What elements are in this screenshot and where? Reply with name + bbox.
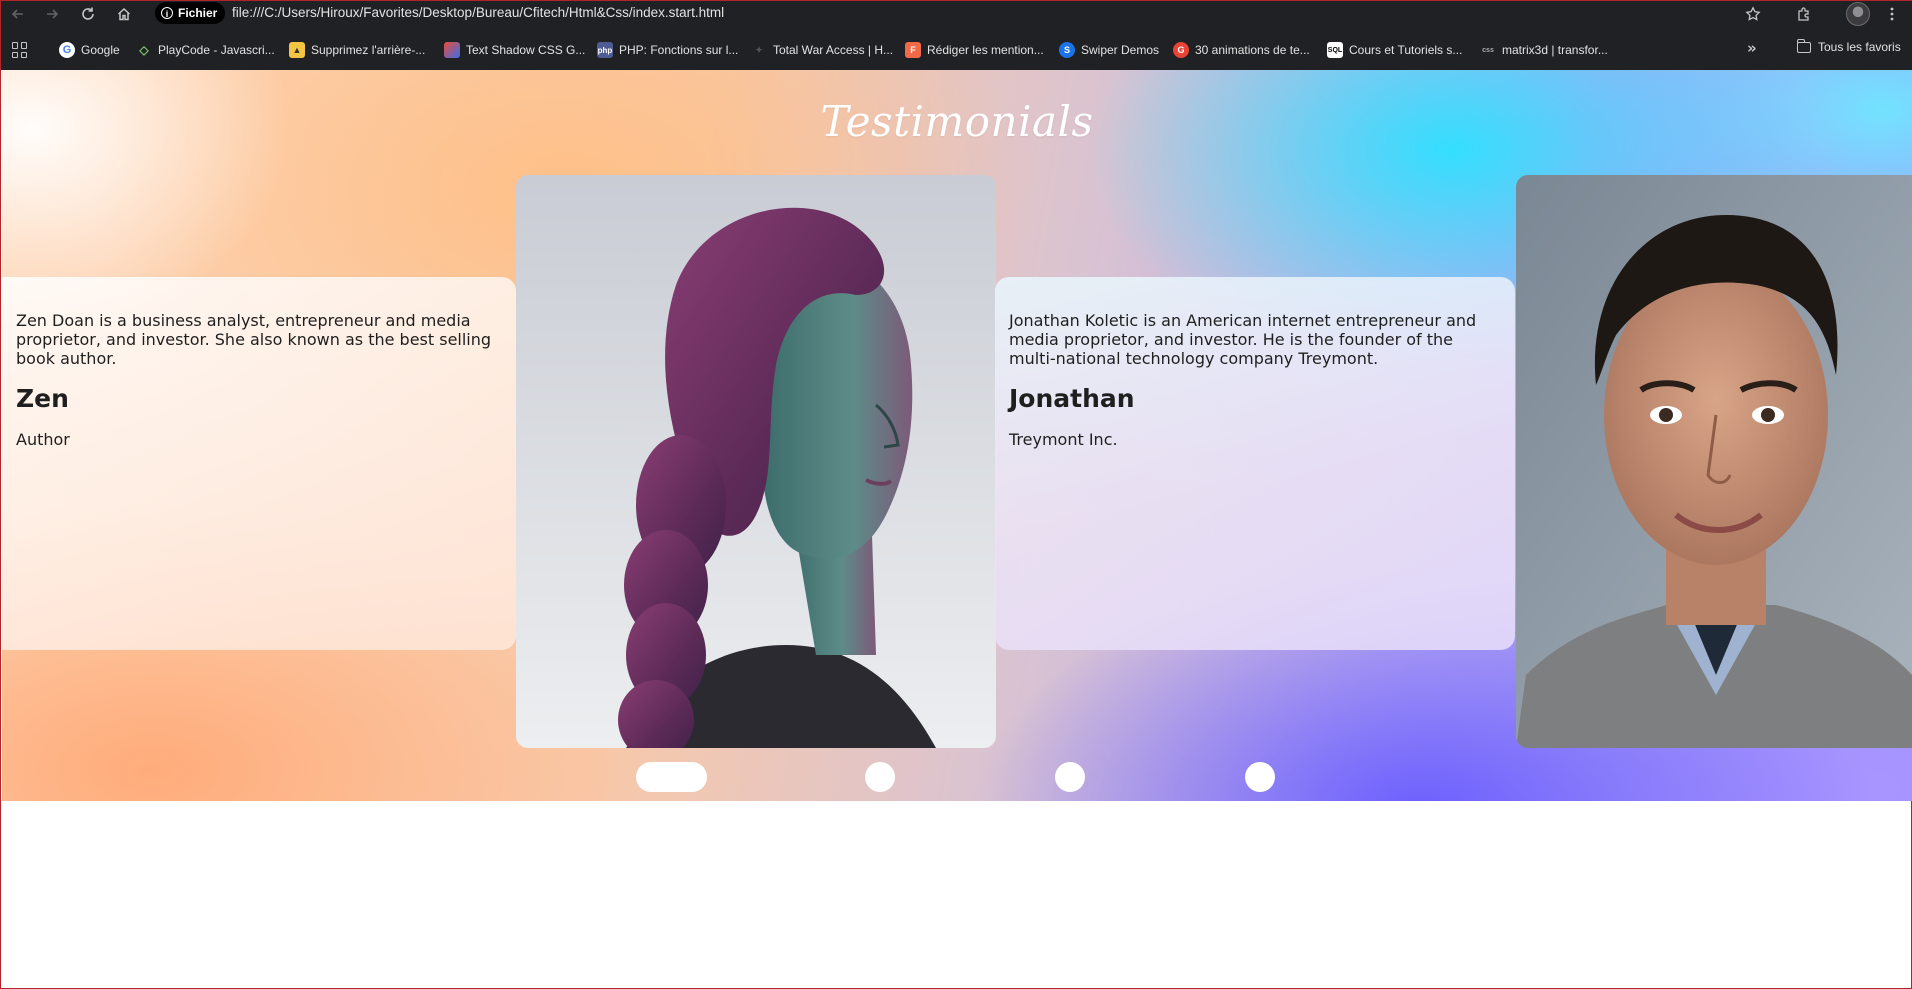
bookmark-label: Supprimez l'arrière-... [311,43,426,57]
all-favorites-button[interactable]: Tous les favoris [1796,38,1901,54]
kebab-menu-icon [1890,7,1894,21]
bookmark-label: Google [81,43,120,57]
browser-toolbar: i Fichier file:///C:/Users/Hiroux/Favori… [1,1,1912,26]
animations-icon: G [1173,42,1189,58]
pagination-dot[interactable] [865,762,895,792]
testimonial-card: Zen Doan is a business analyst, entrepre… [2,277,516,650]
testimonial-name: Jonathan [1009,384,1135,413]
woman-portrait-image [516,175,996,748]
removebg-icon: ▲ [289,42,305,58]
pagination-dot-active[interactable] [636,762,707,792]
testimonial-photo [516,175,996,748]
reload-icon [82,7,94,20]
totalwar-icon: ✦ [755,44,763,55]
bookmark-item[interactable]: css matrix3d | transfor... [1480,40,1608,60]
bookmark-item[interactable]: ◇ PlayCode - Javascri... [136,40,275,60]
bookmarks-bar: G Google ◇ PlayCode - Javascri... ▲ Supp… [1,38,1912,62]
bookmark-item[interactable]: S Swiper Demos [1059,40,1159,60]
bookmark-label: Rédiger les mention... [927,43,1044,57]
arrow-right-icon [47,9,59,19]
more-bookmarks-button[interactable]: » [1747,39,1757,57]
forward-button[interactable] [41,3,63,25]
bookmark-label: Swiper Demos [1081,43,1160,57]
bookmark-item[interactable]: php PHP: Fonctions sur l... [597,40,738,60]
extensions-button[interactable] [1793,3,1815,25]
swiper-icon: S [1059,42,1075,58]
textshadow-icon [444,42,460,58]
bookmark-label: Text Shadow CSS G... [466,43,586,57]
bookmark-item[interactable]: G Google [59,40,120,60]
home-icon [117,7,131,21]
info-icon: i [161,7,173,19]
mentions-icon: F [905,42,921,58]
folder-icon [1796,38,1811,53]
testimonial-role: Treymont Inc. [1009,430,1118,449]
testimonial-name: Zen [16,384,69,413]
bookmark-item[interactable]: G 30 animations de te... [1173,40,1310,60]
sql-icon: SQL [1327,42,1343,58]
testimonial-card: Jonathan Koletic is an American internet… [995,277,1515,650]
all-favorites-label: Tous les favoris [1818,40,1901,54]
address-bar[interactable]: file:///C:/Users/Hiroux/Favorites/Deskto… [232,5,724,20]
bookmark-label: 30 animations de te... [1195,43,1310,57]
man-portrait-image [1516,175,1912,748]
testimonial-quote: Zen Doan is a business analyst, entrepre… [16,311,492,368]
site-info-chip[interactable]: i Fichier [155,2,226,24]
php-icon: php [597,42,613,58]
star-icon [1745,6,1761,21]
bookmark-item[interactable]: ▲ Supprimez l'arrière-... [289,40,425,60]
pagination-dot[interactable] [1245,762,1275,792]
playcode-icon: ◇ [139,43,149,57]
testimonial-photo [1516,175,1912,748]
bookmark-item[interactable]: ✦ Total War Access | H... [751,40,893,60]
profile-avatar[interactable] [1846,2,1870,26]
page-title: Testimonials [820,97,1094,146]
bookmark-star-button[interactable] [1742,3,1764,25]
css-icon: css [1482,46,1494,54]
testimonial-role: Author [16,430,70,449]
bookmark-item[interactable]: SQL Cours et Tutoriels s... [1327,40,1462,60]
bookmark-label: matrix3d | transfor... [1502,43,1608,57]
home-button[interactable] [113,3,135,25]
google-icon: G [59,42,75,58]
testimonial-quote: Jonathan Koletic is an American internet… [1009,311,1477,368]
arrow-left-icon [11,9,23,19]
bookmark-label: PlayCode - Javascri... [158,43,275,57]
bookmark-item[interactable]: Text Shadow CSS G... [444,40,585,60]
bookmark-label: PHP: Fonctions sur l... [619,43,739,57]
bookmark-label: Cours et Tutoriels s... [1349,43,1463,57]
puzzle-icon [1798,7,1809,21]
back-button[interactable] [7,3,29,25]
testimonials-section: Testimonials Zen Doan is a business anal… [2,70,1912,801]
site-chip-label: Fichier [178,6,218,20]
bookmark-label: Total War Access | H... [773,43,894,57]
bookmark-item[interactable]: F Rédiger les mention... [905,40,1044,60]
reload-button[interactable] [77,3,99,25]
browser-menu-button[interactable] [1881,3,1903,25]
browser-chrome: i Fichier file:///C:/Users/Hiroux/Favori… [1,1,1912,70]
pagination-dot[interactable] [1055,762,1085,792]
